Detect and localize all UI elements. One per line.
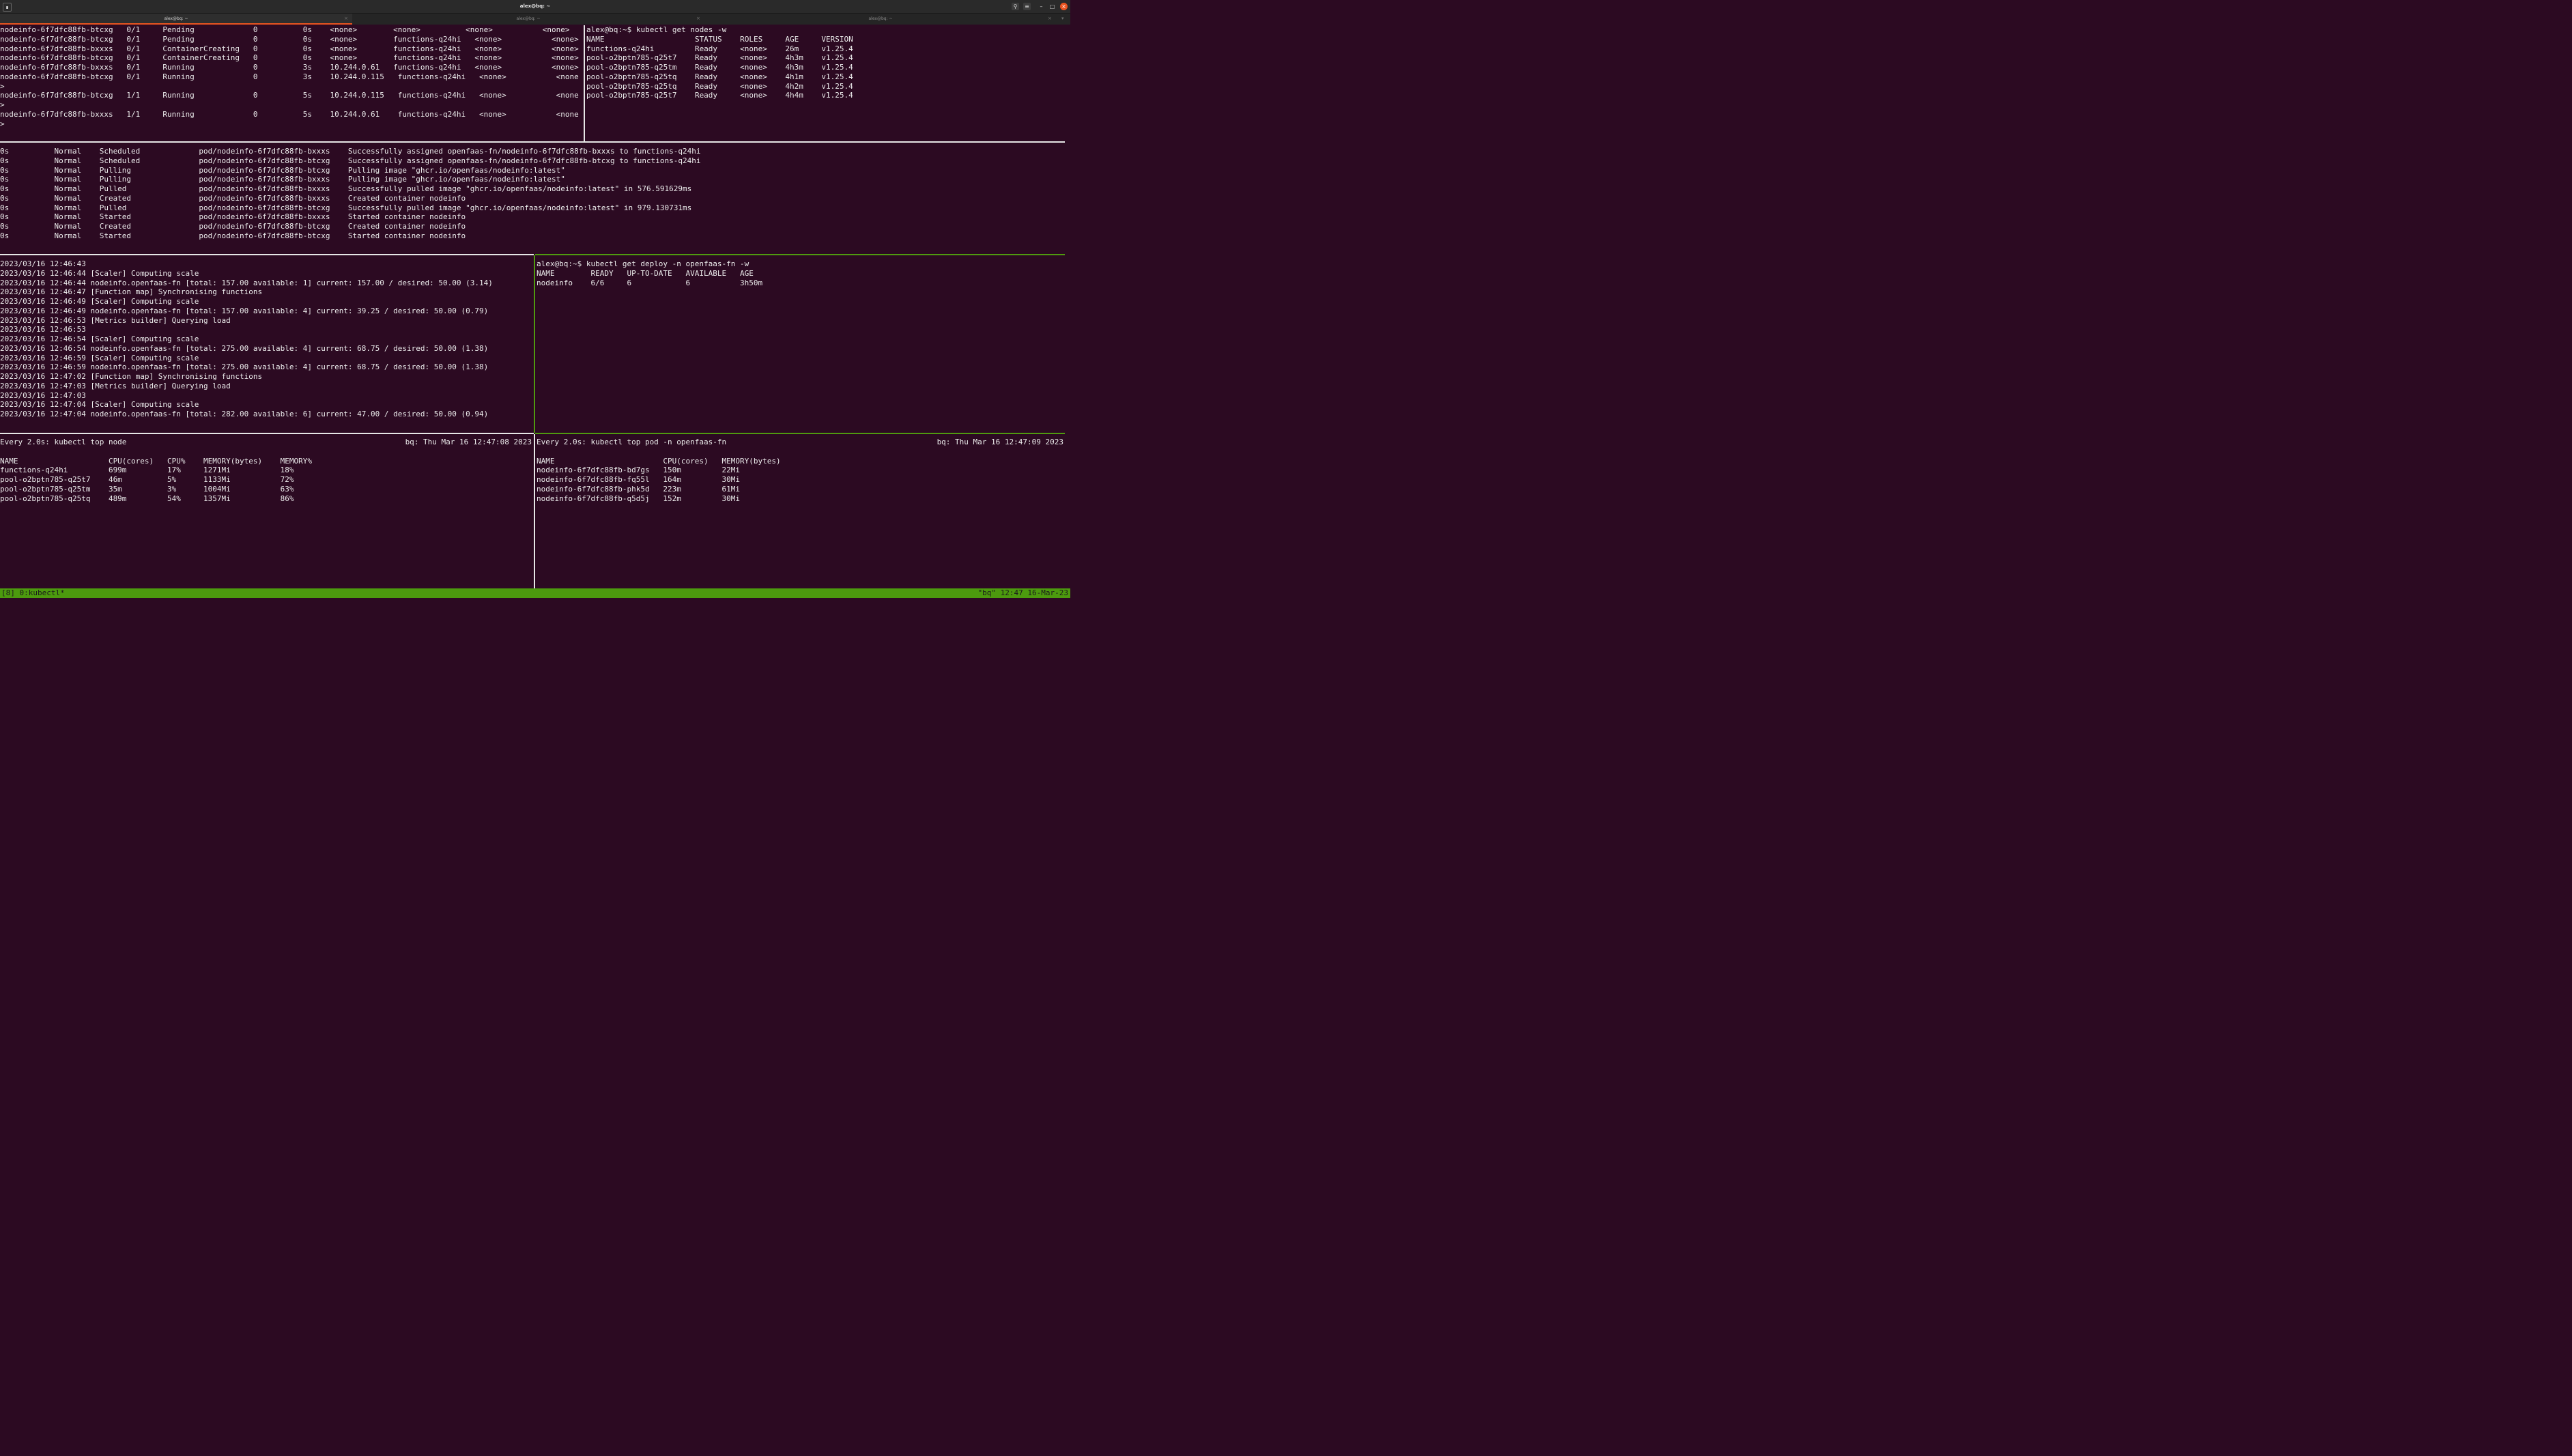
top-node-header: Every 2.0s: kubectl top node: [0, 438, 127, 446]
active-pane-border: [535, 433, 1065, 434]
pane-scaler-log[interactable]: 2023/03/16 12:46:43 2023/03/16 12:46:44 …: [0, 259, 534, 433]
pane-divider: [584, 25, 585, 141]
top-node-timestamp: bq: Thu Mar 16 12:47:08 2023: [405, 438, 532, 446]
active-pane-border: [535, 254, 1065, 255]
pane-top-node[interactable]: Every 2.0s: kubectl top node bq: Thu Mar…: [0, 438, 534, 588]
tab-bar: alex@bq: ~ × alex@bq: ~ × alex@bq: ~ × ▾: [0, 14, 1070, 25]
tab-close-icon[interactable]: ×: [696, 16, 700, 21]
top-pod-table: NAME CPU(cores) MEMORY(bytes) nodeinfo-6…: [537, 456, 781, 503]
pane-divider: [534, 434, 535, 588]
maximize-icon[interactable]: □: [1048, 3, 1056, 10]
search-icon[interactable]: ⚲: [1012, 3, 1019, 10]
window-titlebar: ∎ alex@bq: ~ ⚲ ≡ – □ ×: [0, 0, 1070, 14]
tab-terminal-2[interactable]: alex@bq: ~: [352, 14, 704, 25]
tmux-window-list[interactable]: [8] 0:kubectl*: [1, 588, 65, 598]
terminal-bottom-padding: [0, 598, 1070, 606]
pane-pods-watch[interactable]: nodeinfo-6f7dfc88fb-btcxg 0/1 Pending 0 …: [0, 25, 584, 141]
scaler-log-output: 2023/03/16 12:46:43 2023/03/16 12:46:44 …: [0, 259, 493, 418]
tmux-status-right: "bq" 12:47 16-Mar-23: [977, 588, 1068, 597]
tab-close-icon[interactable]: ×: [344, 16, 348, 21]
top-pod-timestamp: bq: Thu Mar 16 12:47:09 2023: [937, 438, 1063, 446]
deploy-watch-output: alex@bq:~$ kubectl get deploy -n openfaa…: [537, 259, 763, 287]
pods-watch-output: nodeinfo-6f7dfc88fb-btcxg 0/1 Pending 0 …: [0, 25, 579, 128]
tab-list-chevron-down-icon[interactable]: ▾: [1061, 16, 1064, 21]
window-title: alex@bq: ~: [519, 3, 551, 9]
tab-terminal-3[interactable]: alex@bq: ~: [704, 14, 1057, 25]
top-pod-header: Every 2.0s: kubectl top pod -n openfaas-…: [537, 438, 727, 446]
hamburger-icon[interactable]: ≡: [1023, 3, 1031, 10]
tab-terminal-1[interactable]: alex@bq: ~: [0, 14, 352, 25]
events-output: 0s Normal Scheduled pod/nodeinfo-6f7dfc8…: [0, 147, 701, 240]
pane-deploy-watch[interactable]: alex@bq:~$ kubectl get deploy -n openfaa…: [537, 259, 1070, 433]
minimize-icon[interactable]: –: [1038, 3, 1045, 10]
pane-divider: [0, 141, 1065, 143]
pane-divider: [0, 254, 534, 255]
pane-top-pod[interactable]: Every 2.0s: kubectl top pod -n openfaas-…: [537, 438, 1065, 588]
tab-close-icon[interactable]: ×: [1048, 16, 1052, 21]
tmux-status-bar: [8] 0:kubectl* "bq" 12:47 16-Mar-23: [0, 588, 1070, 598]
pane-divider: [0, 433, 534, 434]
close-icon[interactable]: ×: [1060, 3, 1068, 10]
pane-nodes-watch[interactable]: alex@bq:~$ kubectl get nodes -w NAME STA…: [586, 25, 1070, 141]
pane-events[interactable]: 0s Normal Scheduled pod/nodeinfo-6f7dfc8…: [0, 147, 1070, 254]
top-node-table: NAME CPU(cores) CPU% MEMORY(bytes) MEMOR…: [0, 456, 312, 503]
nodes-watch-output: alex@bq:~$ kubectl get nodes -w NAME STA…: [586, 25, 853, 100]
active-pane-border: [534, 255, 535, 433]
